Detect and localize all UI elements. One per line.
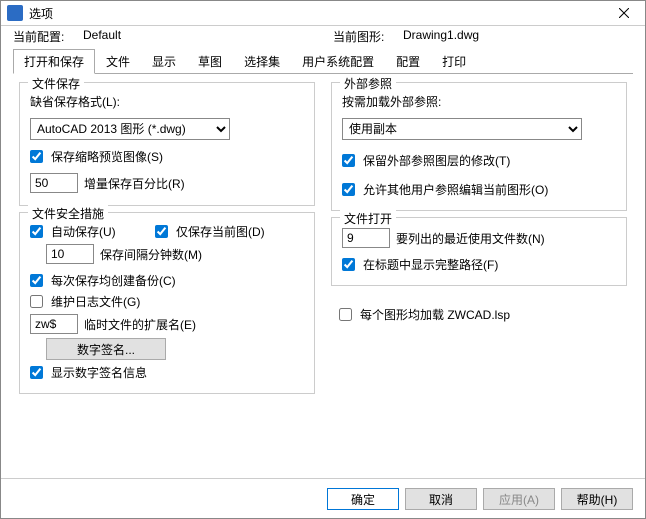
backup-checkbox[interactable] [30,274,43,287]
file-safety-title: 文件安全措施 [28,205,108,222]
right-column: 外部参照 按需加载外部参照: 使用副本 保留外部参照图层的修改(T) 允许其他用… [331,82,627,470]
xref-title: 外部参照 [340,75,396,92]
default-format-select[interactable]: AutoCAD 2013 图形 (*.dwg) [30,118,230,140]
save-current-only-checkbox[interactable] [155,225,168,238]
file-open-group: 文件打开 要列出的最近使用文件数(N) 在标题中显示完整路径(F) [331,217,627,286]
xref-load-label: 按需加载外部参照: [342,93,616,110]
tab-draft[interactable]: 草图 [187,49,233,73]
tab-display[interactable]: 显示 [141,49,187,73]
tab-selection[interactable]: 选择集 [233,49,291,73]
save-interval-input[interactable] [46,244,94,264]
show-full-path-checkbox[interactable] [342,258,355,271]
cancel-button[interactable]: 取消 [405,488,477,510]
file-safety-group: 文件安全措施 自动保存(U) 仅保存当前图(D) 保存间隔分钟数(M) 每次保存… [19,212,315,394]
tab-open-save[interactable]: 打开和保存 [13,49,95,74]
app-icon [7,5,23,21]
drawing-value: Drawing1.dwg [403,28,479,45]
help-button[interactable]: 帮助(H) [561,488,633,510]
show-digital-sig-label: 显示数字签名信息 [51,364,147,381]
xref-group: 外部参照 按需加载外部参照: 使用副本 保留外部参照图层的修改(T) 允许其他用… [331,82,627,211]
close-icon [619,8,629,18]
drawing-label: 当前图形: [333,28,403,45]
retain-layer-changes-checkbox[interactable] [342,154,355,167]
tab-profiles[interactable]: 配置 [385,49,431,73]
backup-label: 每次保存均创建备份(C) [51,272,176,289]
inc-save-pct-label: 增量保存百分比(R) [84,175,185,192]
window-title: 选项 [29,5,53,22]
save-thumbnail-checkbox[interactable] [30,150,43,163]
show-digital-sig-checkbox[interactable] [30,366,43,379]
inc-save-pct-input[interactable] [30,173,78,193]
left-column: 文件保存 缺省保存格式(L): AutoCAD 2013 图形 (*.dwg) … [19,82,315,470]
save-thumbnail-label: 保存缩略预览图像(S) [51,148,163,165]
file-save-title: 文件保存 [28,75,84,92]
content: 文件保存 缺省保存格式(L): AutoCAD 2013 图形 (*.dwg) … [1,74,645,478]
default-format-label: 缺省保存格式(L): [30,93,304,110]
file-save-group: 文件保存 缺省保存格式(L): AutoCAD 2013 图形 (*.dwg) … [19,82,315,206]
tab-files[interactable]: 文件 [95,49,141,73]
maintain-log-checkbox[interactable] [30,295,43,308]
tab-print[interactable]: 打印 [431,49,477,73]
close-button[interactable] [609,3,639,23]
temp-ext-label: 临时文件的扩展名(E) [84,316,196,333]
ok-button[interactable]: 确定 [327,488,399,510]
auto-save-checkbox[interactable] [30,225,43,238]
titlebar: 选项 [1,1,645,26]
save-current-only-label: 仅保存当前图(D) [176,223,265,240]
save-interval-label: 保存间隔分钟数(M) [100,246,202,263]
info-row: 当前配置: Default 当前图形: Drawing1.dwg [1,26,645,47]
file-open-title: 文件打开 [340,210,396,227]
tab-user-prefs[interactable]: 用户系统配置 [291,49,385,73]
recent-count-input[interactable] [342,228,390,248]
show-full-path-label: 在标题中显示完整路径(F) [363,256,498,273]
temp-ext-input[interactable] [30,314,78,334]
maintain-log-label: 维护日志文件(G) [51,293,140,310]
auto-save-label: 自动保存(U) [51,223,149,240]
footer: 确定 取消 应用(A) 帮助(H) [1,478,645,518]
load-lsp-checkbox[interactable] [339,308,352,321]
retain-layer-changes-label: 保留外部参照图层的修改(T) [363,152,510,169]
allow-refedit-checkbox[interactable] [342,183,355,196]
recent-count-label: 要列出的最近使用文件数(N) [396,230,545,247]
allow-refedit-label: 允许其他用户参照编辑当前图形(O) [363,181,548,198]
profile-value: Default [83,28,121,45]
load-lsp-label: 每个图形均加载 ZWCAD.lsp [360,306,510,323]
profile-label: 当前配置: [13,28,83,45]
tabs: 打开和保存 文件 显示 草图 选择集 用户系统配置 配置 打印 [13,49,633,74]
xref-load-select[interactable]: 使用副本 [342,118,582,140]
digital-signature-button[interactable]: 数字签名... [46,338,166,360]
apply-button[interactable]: 应用(A) [483,488,555,510]
